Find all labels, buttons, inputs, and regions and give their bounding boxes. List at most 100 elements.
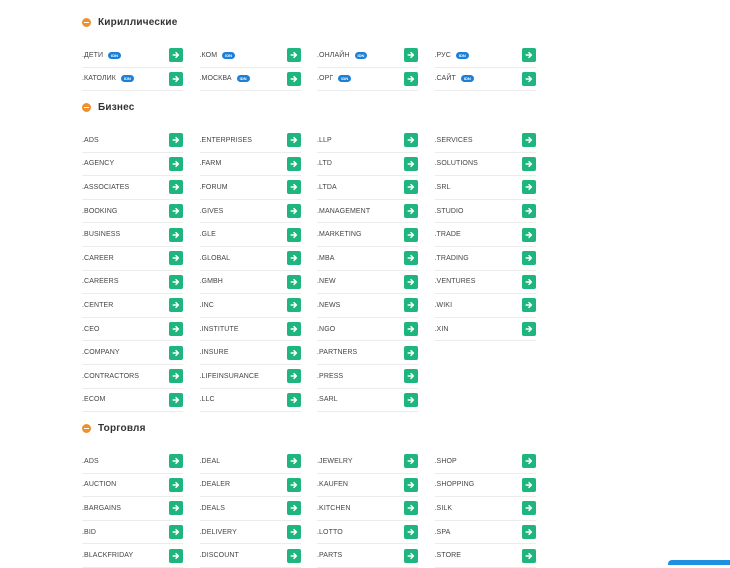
open-tld-button[interactable]	[169, 548, 183, 563]
open-tld-button[interactable]	[169, 156, 183, 171]
open-tld-button[interactable]	[286, 71, 301, 86]
open-tld-button[interactable]	[286, 392, 301, 407]
open-tld-button[interactable]	[404, 274, 418, 289]
open-tld-button[interactable]	[521, 454, 536, 469]
open-tld-button[interactable]	[404, 133, 418, 148]
tld-label-group: .DEALS	[200, 505, 226, 512]
open-tld-button[interactable]	[286, 156, 301, 171]
open-tld-button[interactable]	[404, 251, 418, 266]
open-tld-button[interactable]	[404, 345, 418, 360]
open-tld-button[interactable]	[169, 477, 183, 492]
open-tld-button[interactable]	[286, 204, 301, 219]
tld-label-group: .STORE	[435, 552, 462, 559]
open-tld-button[interactable]	[286, 477, 301, 492]
open-tld-button[interactable]	[169, 274, 183, 289]
arrow-right-icon	[524, 75, 532, 83]
collapse-minus-icon[interactable]	[82, 423, 91, 433]
open-tld-button[interactable]	[404, 156, 418, 171]
arrow-right-icon	[289, 481, 297, 489]
open-tld-button[interactable]	[404, 525, 418, 540]
open-tld-button[interactable]	[404, 322, 418, 337]
open-tld-button[interactable]	[169, 345, 183, 360]
open-tld-button[interactable]	[286, 274, 301, 289]
tld-label-group: .DEALER	[200, 481, 231, 488]
chat-widget-button[interactable]	[668, 560, 730, 565]
open-tld-button[interactable]	[286, 227, 301, 242]
open-tld-button[interactable]	[286, 501, 301, 516]
open-tld-button[interactable]	[521, 251, 536, 266]
open-tld-button[interactable]	[286, 345, 301, 360]
open-tld-button[interactable]	[521, 48, 536, 63]
open-tld-button[interactable]	[169, 322, 183, 337]
open-tld-button[interactable]	[521, 525, 536, 540]
open-tld-button[interactable]	[521, 204, 536, 219]
arrow-right-icon	[172, 349, 180, 356]
open-tld-button[interactable]	[521, 133, 536, 148]
open-tld-button[interactable]	[404, 180, 418, 195]
tld-row: .BID	[82, 521, 183, 545]
section-header[interactable]: Торговля	[82, 420, 552, 436]
open-tld-button[interactable]	[169, 525, 183, 540]
tld-column: .ADS .AUCTION .BARGAINS .BID .BLACKFRIDAY	[82, 450, 183, 568]
tld-row: .CAREERS	[82, 271, 183, 295]
open-tld-button[interactable]	[169, 392, 183, 407]
open-tld-button[interactable]	[169, 251, 183, 266]
tld-row: .LTD	[317, 153, 418, 177]
open-tld-button[interactable]	[169, 48, 183, 63]
open-tld-button[interactable]	[404, 369, 418, 384]
open-tld-button[interactable]	[169, 501, 183, 516]
tld-label-group: .BID	[82, 529, 96, 536]
arrow-right-icon	[289, 52, 297, 59]
open-tld-button[interactable]	[404, 477, 418, 492]
open-tld-button[interactable]	[404, 548, 418, 563]
open-tld-button[interactable]	[286, 548, 301, 563]
open-tld-button[interactable]	[404, 454, 418, 469]
open-tld-button[interactable]	[169, 71, 183, 86]
collapse-minus-icon[interactable]	[82, 102, 91, 112]
open-tld-button[interactable]	[286, 298, 301, 313]
open-tld-button[interactable]	[286, 322, 301, 337]
open-tld-button[interactable]	[286, 251, 301, 266]
open-tld-button[interactable]	[404, 298, 418, 313]
open-tld-button[interactable]	[169, 204, 183, 219]
open-tld-button[interactable]	[521, 156, 536, 171]
open-tld-button[interactable]	[521, 322, 536, 337]
open-tld-button[interactable]	[521, 71, 536, 86]
section-header[interactable]: Кириллические	[82, 14, 552, 30]
open-tld-button[interactable]	[286, 369, 301, 384]
open-tld-button[interactable]	[169, 227, 183, 242]
idn-badge: IDN	[354, 51, 368, 59]
open-tld-button[interactable]	[404, 48, 418, 63]
open-tld-button[interactable]	[521, 477, 536, 492]
arrow-right-icon	[172, 255, 180, 262]
tld-column: .РУС IDN .САЙТ IDN	[434, 44, 536, 92]
open-tld-button[interactable]	[404, 204, 418, 219]
open-tld-button[interactable]	[404, 501, 418, 516]
open-tld-button[interactable]	[286, 180, 301, 195]
tld-name: .BUSINESS	[82, 231, 121, 239]
open-tld-button[interactable]	[521, 274, 536, 289]
tld-grid: .ADS .AUCTION .BARGAINS .BID .BLACKFRIDAY .DE…	[82, 450, 552, 568]
open-tld-button[interactable]	[286, 525, 301, 540]
open-tld-button[interactable]	[286, 133, 301, 148]
tld-row: .NEWS	[317, 294, 418, 318]
open-tld-button[interactable]	[404, 392, 418, 407]
open-tld-button[interactable]	[521, 180, 536, 195]
open-tld-button[interactable]	[169, 180, 183, 195]
open-tld-button[interactable]	[521, 501, 536, 516]
open-tld-button[interactable]	[286, 48, 301, 63]
open-tld-button[interactable]	[169, 133, 183, 148]
collapse-minus-icon[interactable]	[82, 17, 91, 27]
open-tld-button[interactable]	[169, 454, 183, 469]
open-tld-button[interactable]	[286, 454, 301, 469]
idn-badge: IDN	[108, 51, 122, 59]
open-tld-button[interactable]	[404, 227, 418, 242]
section-header[interactable]: Бизнес	[82, 99, 552, 115]
open-tld-button[interactable]	[404, 71, 418, 86]
open-tld-button[interactable]	[521, 548, 536, 563]
open-tld-button[interactable]	[521, 227, 536, 242]
open-tld-button[interactable]	[169, 369, 183, 384]
tld-name: .PARTS	[317, 552, 343, 560]
open-tld-button[interactable]	[521, 298, 536, 313]
open-tld-button[interactable]	[169, 298, 183, 313]
